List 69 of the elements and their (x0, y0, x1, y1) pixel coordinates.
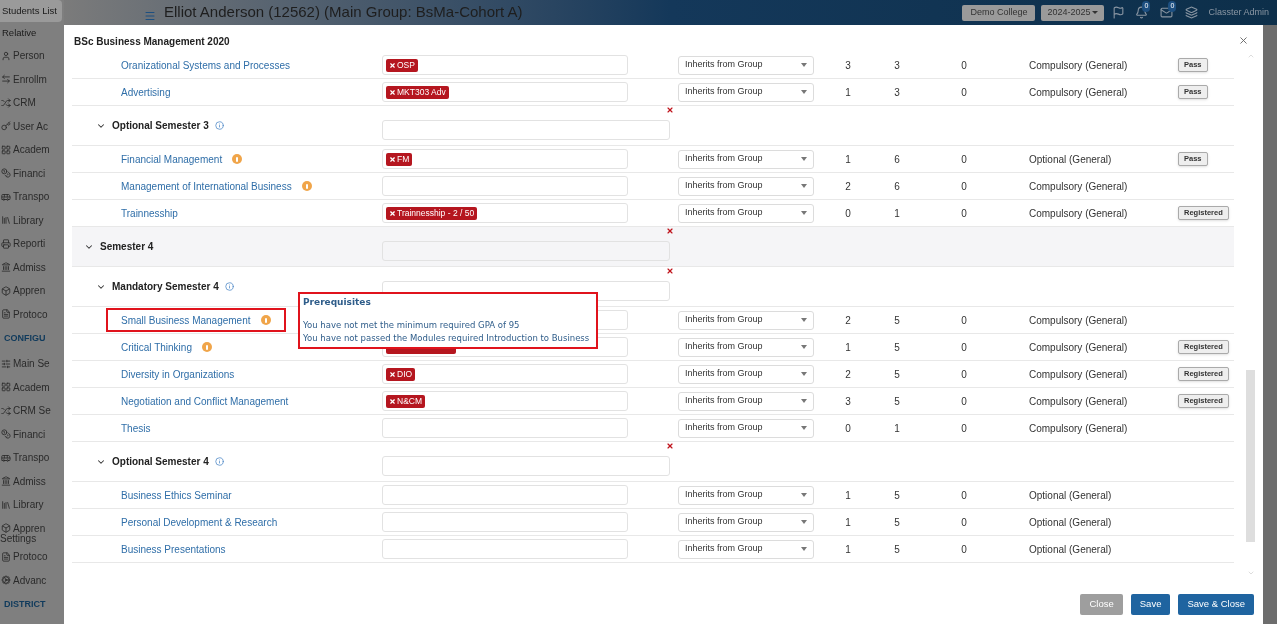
table-cell: 0 (961, 341, 967, 353)
table-cell: Compulsory (General) (1029, 395, 1128, 407)
table-cell: 0 (961, 395, 967, 407)
table-cell: Compulsory (General) (1029, 314, 1128, 326)
table-cell: Compulsory (General) (1029, 422, 1128, 434)
table-cell: 5 (894, 543, 900, 555)
table-cell: 0 (961, 543, 967, 555)
table-cell: 1 (845, 489, 851, 501)
table-cell: 3 (894, 59, 900, 71)
table-cell: 0 (961, 314, 967, 326)
table-cell: 6 (894, 180, 900, 192)
table-cell: 0 (961, 86, 967, 98)
table-cell: Compulsory (General) (1029, 368, 1128, 380)
group-title: Mandatory Semester 4 (112, 280, 219, 294)
popover-text: You have not met the minimum required GPA of 95 (303, 318, 520, 332)
table-cell: 0 (961, 516, 967, 528)
popover-title: Prerequisites (303, 296, 372, 309)
table-cell: Optional (General) (1029, 153, 1112, 165)
table-cell: Compulsory (General) (1029, 180, 1128, 192)
table-cell: 0 (961, 489, 967, 501)
module-tag: Trainnesship - 2 / 50 (386, 206, 478, 220)
table-cell: 1 (845, 516, 851, 528)
table-cell: Optional (General) (1029, 543, 1112, 555)
table-cell: Optional (General) (1029, 489, 1112, 501)
popover-text: You have not passed the Modules required Introduction to Business (303, 331, 590, 345)
group-title: Optional Semester 3 (112, 119, 209, 133)
table-cell: 0 (961, 59, 967, 71)
table-cell: 1 (845, 543, 851, 555)
table-cell: 5 (894, 489, 900, 501)
sidebar-section-title: DISTRICT (4, 598, 46, 612)
module-tag: MKT303 Adv (386, 85, 449, 99)
table-cell: 0 (961, 207, 967, 219)
table-cell: 2 (845, 314, 851, 326)
table-cell: 0 (961, 180, 967, 192)
table-cell: 1 (894, 207, 900, 219)
module-tag: N&CM (386, 394, 426, 408)
group-title: Optional Semester 4 (112, 455, 209, 469)
table-cell: 2 (845, 180, 851, 192)
table-cell: 5 (894, 368, 900, 380)
table-cell: 0 (961, 422, 967, 434)
table-cell: 1 (845, 86, 851, 98)
sidebar-section-title: CONFIGU (4, 332, 46, 346)
table-cell: Optional (General) (1029, 516, 1112, 528)
table-cell: 5 (894, 314, 900, 326)
modal-title: BSc Business Management 2020 (74, 35, 230, 49)
table-cell: Compulsory (General) (1029, 59, 1128, 71)
table-cell: 6 (894, 153, 900, 165)
table-cell: 3 (845, 395, 851, 407)
table-cell: 0 (961, 368, 967, 380)
module-tag: DIO (386, 367, 416, 381)
module-tag: OSP (386, 58, 418, 72)
table-cell: 0 (961, 153, 967, 165)
table-cell: Compulsory (General) (1029, 341, 1128, 353)
table-cell: 1 (845, 153, 851, 165)
table-cell: 3 (894, 86, 900, 98)
module-tag: FM (386, 152, 413, 166)
table-cell: 0 (845, 422, 851, 434)
table-cell: Compulsory (General) (1029, 86, 1128, 98)
table-cell: 5 (894, 395, 900, 407)
table-cell: 1 (845, 341, 851, 353)
table-cell: 1 (894, 422, 900, 434)
table-cell: 5 (894, 516, 900, 528)
table-cell: 3 (845, 59, 851, 71)
table-cell: 0 (845, 207, 851, 219)
page-title: Elliot Anderson (12562) (Main Group: BsMa-Cohort A) (164, 2, 523, 23)
group-title: Semester 4 (100, 240, 154, 254)
table-cell: 5 (894, 341, 900, 353)
table-cell: Compulsory (General) (1029, 207, 1128, 219)
table-cell: 2 (845, 368, 851, 380)
